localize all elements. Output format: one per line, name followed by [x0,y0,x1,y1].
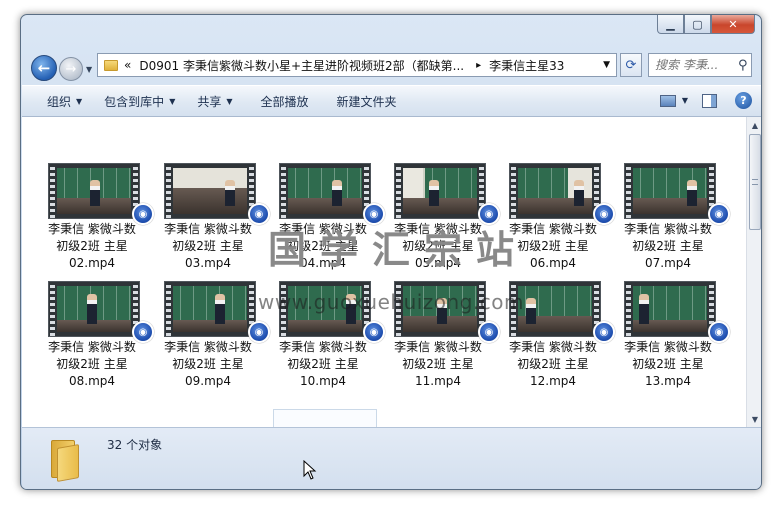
share-menu[interactable]: 共享 ▼ [197,93,232,110]
recent-pages-dropdown[interactable]: ▼ [86,65,92,74]
play-all-label: 全部播放 [260,94,309,109]
file-name: 李秉信 紫微斗数 初级2班 主星 09.mp4 [164,340,252,388]
scrollbar-thumb[interactable] [749,134,761,230]
watermark-url: www.guoxuehuizong.com [258,290,524,314]
video-thumbnail [279,163,371,219]
file-list[interactable]: ◉ 李秉信 紫微斗数 初级2班 主星 02.mp4 ◉ 李秉信 紫微斗数 初级2班 主… [22,117,746,427]
file-name: 李秉信 紫微斗数 初级2班 主星 12.mp4 [509,340,597,388]
file-item[interactable]: ◉ 李秉信 紫微斗数 初级2班 主星 07.mp4 [606,163,730,273]
video-thumbnail [624,281,716,337]
refresh-icon: ⟳ [625,57,637,73]
new-folder-button[interactable]: 新建文件夹 [337,93,397,110]
change-view-icon[interactable] [659,94,676,107]
back-button[interactable]: ← [31,55,57,81]
search-box[interactable]: ⚲ [648,53,752,77]
folder-icon [49,438,81,482]
view-options-dropdown[interactable]: ▼ [682,96,688,105]
chevron-down-icon: ▼ [76,96,83,106]
minimize-button[interactable]: ▁ [657,15,684,34]
video-thumbnail [164,163,256,219]
address-segment-parent[interactable]: D0901 李秉信紫微斗数小星+主星进阶视频班2部（都缺第... [139,57,464,74]
video-thumbnail [48,281,140,337]
play-all-button[interactable]: 全部播放 [261,93,309,110]
watermark-text: 国学汇宗站 [268,228,529,272]
video-thumbnail [624,163,716,219]
search-input[interactable] [655,58,735,72]
file-item[interactable]: ◉ 李秉信 紫微斗数 初级2班 主星 02.mp4 [30,163,154,273]
explorer-window: ▁ ▢ ✕ ← → ▼ « D0901 李秉信紫微斗数小星+主星进阶视频班2部（… [20,14,762,490]
address-overflow[interactable]: « [124,58,131,72]
file-item[interactable]: ◉ 李秉信 紫微斗数 初级2班 主星 09.mp4 [146,281,270,391]
command-bar: 组织 ▼ 包含到库中 ▼ 共享 ▼ 全部播放 新建文件夹 ▼ ? [22,85,761,117]
video-thumbnail [509,163,601,219]
folder-icon [104,59,118,71]
item-count: 32 个对象 [107,438,163,452]
forward-button[interactable]: → [59,57,83,81]
include-in-library-menu[interactable]: 包含到库中 ▼ [104,93,175,110]
caption-buttons: ▁ ▢ ✕ [657,15,755,35]
file-item-partial[interactable] [273,409,377,427]
address-bar[interactable]: « D0901 李秉信紫微斗数小星+主星进阶视频班2部（都缺第... ▸ 李秉信… [97,53,617,77]
include-in-library-label: 包含到库中 [104,94,165,109]
share-label: 共享 [197,94,222,109]
vertical-scrollbar[interactable]: ▲ ▼ [746,117,761,427]
details-pane: 32 个对象 [22,427,761,489]
video-thumbnail [394,163,486,219]
mouse-cursor-icon [303,460,317,480]
address-dropdown-icon[interactable]: ▼ [603,60,610,70]
preview-pane-icon[interactable] [702,93,717,108]
chevron-down-icon: ▼ [226,96,233,106]
address-separator[interactable]: ▸ [476,60,481,71]
organize-menu[interactable]: 组织 ▼ [47,93,82,110]
file-name: 李秉信 紫微斗数 初级2班 主星 13.mp4 [624,340,712,388]
search-icon[interactable]: ⚲ [738,58,748,73]
file-name: 李秉信 紫微斗数 初级2班 主星 10.mp4 [279,340,367,388]
file-name: 李秉信 紫微斗数 初级2班 主星 02.mp4 [48,222,136,270]
address-segment-current[interactable]: 李秉信主星33 [489,57,564,74]
file-item[interactable]: ◉ 李秉信 紫微斗数 初级2班 主星 08.mp4 [30,281,154,391]
file-item[interactable]: ◉ 李秉信 紫微斗数 初级2班 主星 03.mp4 [146,163,270,273]
chevron-down-icon: ▼ [169,96,176,106]
navigation-bar: ← → ▼ « D0901 李秉信紫微斗数小星+主星进阶视频班2部（都缺第...… [21,41,761,81]
back-arrow-icon: ← [37,59,51,77]
file-name: 李秉信 紫微斗数 初级2班 主星 07.mp4 [624,222,712,270]
file-name: 李秉信 紫微斗数 初级2班 主星 03.mp4 [164,222,252,270]
file-item[interactable]: ◉ 李秉信 紫微斗数 初级2班 主星 13.mp4 [606,281,730,391]
video-thumbnail [48,163,140,219]
new-folder-label: 新建文件夹 [336,94,397,109]
video-thumbnail [164,281,256,337]
organize-label: 组织 [47,94,72,109]
forward-arrow-icon: → [65,61,77,77]
help-icon[interactable]: ? [735,92,752,109]
maximize-button[interactable]: ▢ [684,15,711,34]
grip-icon [752,179,758,185]
scroll-up-icon[interactable]: ▲ [747,117,761,133]
close-button[interactable]: ✕ [711,15,755,34]
refresh-button[interactable]: ⟳ [620,53,642,77]
file-name: 李秉信 紫微斗数 初级2班 主星 08.mp4 [48,340,136,388]
toolbar-right: ▼ ? [659,92,752,109]
file-name: 李秉信 紫微斗数 初级2班 主星 11.mp4 [394,340,482,388]
scroll-down-icon[interactable]: ▼ [747,411,761,427]
